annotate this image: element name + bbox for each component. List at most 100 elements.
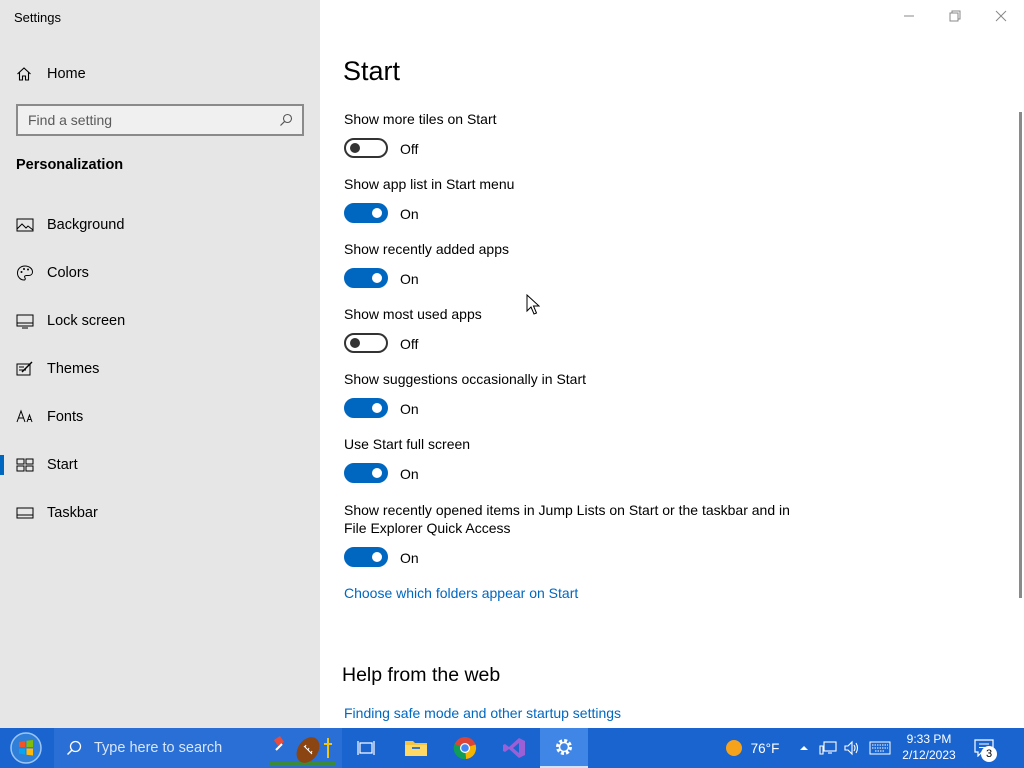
settings-taskbar-button[interactable] bbox=[540, 728, 588, 768]
main-content: Start Show more tiles on Start Off Show … bbox=[320, 0, 1024, 728]
sidebar-item-themes[interactable]: Themes bbox=[0, 345, 320, 393]
weather-widget[interactable]: 76°F bbox=[712, 728, 792, 768]
start-button[interactable] bbox=[6, 730, 46, 766]
folder-icon bbox=[405, 741, 427, 756]
sidebar-item-start[interactable]: Start bbox=[0, 441, 320, 489]
setting-label: Use Start full screen bbox=[344, 436, 471, 452]
sidebar-item-colors[interactable]: Colors bbox=[0, 249, 320, 297]
visual-studio-icon bbox=[503, 738, 525, 758]
mouse-cursor-icon bbox=[526, 293, 541, 316]
taskbar-icon bbox=[16, 504, 34, 522]
show-hidden-icons-button[interactable] bbox=[794, 728, 814, 768]
sidebar-item-label: Colors bbox=[47, 265, 89, 281]
toggle-show-more-tiles[interactable] bbox=[344, 138, 388, 158]
toggle-show-recently-added[interactable] bbox=[344, 268, 388, 288]
start-icon bbox=[16, 456, 34, 474]
gear-icon bbox=[556, 739, 572, 755]
search-placeholder: Find a setting bbox=[28, 112, 113, 128]
setting-label: Show recently opened items in Jump Lists… bbox=[344, 502, 790, 518]
sidebar: Settings Home Find a setting Personaliza… bbox=[0, 0, 320, 728]
toggle-jump-lists[interactable] bbox=[344, 547, 388, 567]
sidebar-item-fonts[interactable]: Fonts bbox=[0, 393, 320, 441]
sidebar-item-background[interactable]: Background bbox=[0, 201, 320, 249]
toggle-full-screen[interactable] bbox=[344, 463, 388, 483]
file-explorer-button[interactable] bbox=[392, 728, 440, 768]
close-icon bbox=[995, 10, 1007, 22]
setting-label: Show recently added apps bbox=[344, 241, 509, 257]
toggle-show-app-list[interactable] bbox=[344, 203, 388, 223]
toggle-state-label: On bbox=[400, 206, 419, 222]
minimize-icon bbox=[904, 15, 914, 17]
maximize-button[interactable] bbox=[932, 0, 978, 32]
lock-screen-icon bbox=[16, 312, 34, 330]
safe-mode-help-link[interactable]: Finding safe mode and other startup sett… bbox=[344, 705, 621, 721]
brush-icon bbox=[16, 360, 34, 378]
task-view-button[interactable] bbox=[342, 728, 390, 768]
taskbar-clock[interactable]: 9:33 PM 2/12/2023 bbox=[896, 731, 962, 763]
setting-label: Show most used apps bbox=[344, 306, 482, 322]
home-label: Home bbox=[47, 66, 86, 82]
sidebar-item-taskbar[interactable]: Taskbar bbox=[0, 489, 320, 537]
choose-folders-link[interactable]: Choose which folders appear on Start bbox=[344, 585, 578, 601]
section-title: Personalization bbox=[16, 157, 124, 173]
help-section-title: Help from the web bbox=[342, 664, 501, 686]
super-bowl-doodle-icon bbox=[270, 736, 336, 766]
task-view-icon bbox=[357, 741, 375, 755]
volume-button[interactable] bbox=[840, 728, 864, 768]
toggle-state-label: On bbox=[400, 271, 419, 287]
picture-icon bbox=[16, 216, 34, 234]
setting-label-line2: File Explorer Quick Access bbox=[344, 520, 511, 536]
taskbar-search-placeholder: Type here to search bbox=[94, 740, 223, 756]
toggle-state-label: Off bbox=[400, 141, 419, 157]
toggle-knob bbox=[372, 208, 382, 218]
settings-window: Settings Home Find a setting Personaliza… bbox=[0, 0, 1024, 728]
home-icon bbox=[16, 66, 32, 82]
sidebar-item-lock-screen[interactable]: Lock screen bbox=[0, 297, 320, 345]
sidebar-item-label: Taskbar bbox=[47, 505, 98, 521]
taskbar-search-box[interactable]: Type here to search bbox=[54, 728, 342, 768]
toggle-knob bbox=[350, 338, 360, 348]
sidebar-item-label: Background bbox=[47, 217, 125, 233]
keyboard-icon bbox=[869, 741, 891, 755]
windows-orb-icon bbox=[10, 732, 42, 764]
toggle-knob bbox=[350, 143, 360, 153]
toggle-knob bbox=[372, 273, 382, 283]
chrome-button[interactable] bbox=[441, 728, 489, 768]
search-icon bbox=[66, 740, 82, 756]
sidebar-item-label: Start bbox=[47, 457, 78, 473]
touch-keyboard-button[interactable] bbox=[866, 728, 894, 768]
toggle-knob bbox=[372, 552, 382, 562]
network-button[interactable] bbox=[816, 728, 840, 768]
maximize-icon bbox=[949, 10, 961, 22]
network-icon bbox=[819, 741, 837, 755]
toggle-show-most-used[interactable] bbox=[344, 333, 388, 353]
toggle-state-label: Off bbox=[400, 336, 419, 352]
toggle-state-label: On bbox=[400, 401, 419, 417]
find-setting-input[interactable]: Find a setting bbox=[16, 104, 304, 136]
fonts-icon bbox=[16, 408, 34, 426]
speaker-icon bbox=[844, 740, 859, 756]
scrollbar[interactable] bbox=[1019, 112, 1022, 598]
search-icon[interactable] bbox=[279, 113, 293, 127]
weather-temperature: 76°F bbox=[750, 740, 780, 756]
toggle-knob bbox=[372, 468, 382, 478]
minimize-button[interactable] bbox=[886, 0, 932, 32]
personalization-nav: Background Colors Lock screen Themes Fon… bbox=[0, 201, 320, 537]
home-nav-item[interactable]: Home bbox=[16, 63, 86, 85]
toggle-knob bbox=[372, 403, 382, 413]
chrome-icon bbox=[453, 737, 477, 760]
setting-label: Show suggestions occasionally in Start bbox=[344, 371, 587, 387]
app-title: Settings bbox=[14, 10, 61, 25]
clock-time: 9:33 PM bbox=[906, 732, 952, 746]
visual-studio-button[interactable] bbox=[490, 728, 538, 768]
toggle-state-label: On bbox=[400, 550, 419, 566]
sidebar-item-label: Lock screen bbox=[47, 313, 126, 329]
sun-icon bbox=[725, 740, 742, 756]
close-button[interactable] bbox=[978, 0, 1024, 32]
chevron-up-icon bbox=[800, 746, 808, 750]
notification-count-badge: 3 bbox=[981, 746, 997, 762]
toggle-show-suggestions[interactable] bbox=[344, 398, 388, 418]
action-center-button[interactable]: 3 bbox=[966, 728, 1002, 768]
page-title: Start bbox=[343, 56, 401, 86]
taskbar: Type here to search 76°F 9:33 PM 2/12/20… bbox=[0, 728, 1024, 768]
